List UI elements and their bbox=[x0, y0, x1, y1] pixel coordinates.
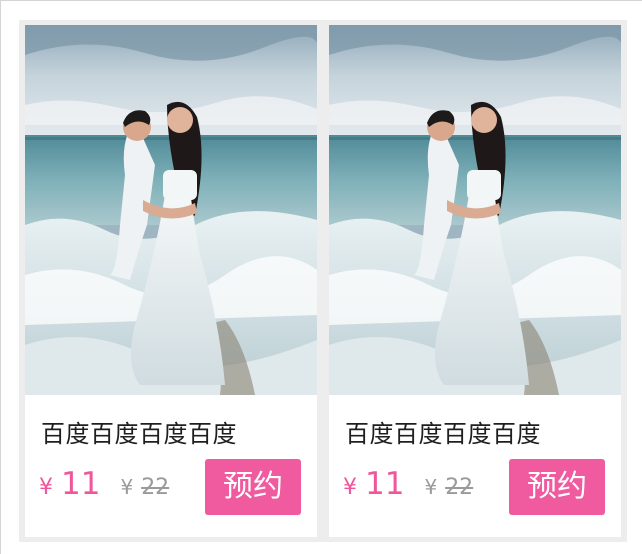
original-price: 22 bbox=[141, 475, 170, 500]
price-currency: ¥ bbox=[343, 475, 357, 500]
current-price: 11 bbox=[365, 466, 405, 502]
book-button[interactable]: 预约 bbox=[205, 459, 301, 515]
couple-beach-photo bbox=[25, 25, 317, 395]
book-button[interactable]: 预约 bbox=[509, 459, 605, 515]
price-row: ¥ 11 ¥ 22 bbox=[343, 466, 473, 502]
product-card[interactable]: 百度百度百度百度 ¥ 11 ¥ 22 预约 bbox=[329, 25, 621, 537]
product-title: 百度百度百度百度 bbox=[345, 420, 541, 448]
current-price: 11 bbox=[61, 466, 101, 502]
product-photo[interactable] bbox=[329, 25, 621, 395]
couple-beach-photo bbox=[329, 25, 621, 395]
original-price: 22 bbox=[445, 475, 474, 500]
product-photo[interactable] bbox=[25, 25, 317, 395]
product-grid: 百度百度百度百度 ¥ 11 ¥ 22 预约 百度百度百度百度 ¥ 11 ¥ 22… bbox=[19, 20, 627, 542]
page-frame: 百度百度百度百度 ¥ 11 ¥ 22 预约 百度百度百度百度 ¥ 11 ¥ 22… bbox=[0, 0, 642, 554]
product-card[interactable]: 百度百度百度百度 ¥ 11 ¥ 22 预约 bbox=[25, 25, 317, 537]
price-row: ¥ 11 ¥ 22 bbox=[39, 466, 169, 502]
original-price-currency: ¥ bbox=[120, 475, 134, 499]
product-title: 百度百度百度百度 bbox=[41, 420, 237, 448]
original-price-currency: ¥ bbox=[424, 475, 438, 499]
price-currency: ¥ bbox=[39, 475, 53, 500]
